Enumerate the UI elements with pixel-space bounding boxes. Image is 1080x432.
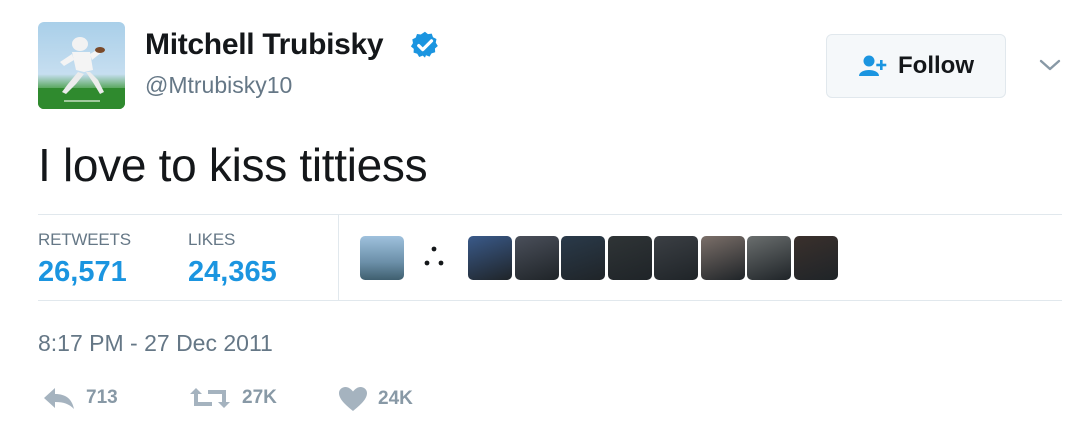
like-button[interactable]: 24K: [338, 386, 413, 412]
liker-avatar-6[interactable]: [654, 236, 698, 280]
divider-bottom: [38, 300, 1062, 301]
football-player-icon: [38, 37, 125, 109]
more-likers-icon[interactable]: [422, 244, 446, 270]
tweet-text: I love to kiss tittiess: [38, 139, 428, 191]
like-count: 24K: [378, 388, 413, 409]
liker-avatar-5[interactable]: [607, 236, 652, 280]
retweets-label: RETWEETS: [38, 230, 131, 249]
reply-count: 713: [86, 387, 118, 408]
add-user-icon: [859, 55, 887, 76]
liker-avatar-3[interactable]: [514, 236, 559, 280]
retweets-value: 26,571: [38, 256, 127, 288]
liker-avatar-4[interactable]: [561, 236, 605, 280]
retweets-stat[interactable]: RETWEETS 26,571: [38, 230, 131, 289]
liker-avatar-2[interactable]: [468, 236, 512, 280]
liker-avatar-1[interactable]: [360, 236, 404, 280]
stats-divider: [338, 214, 339, 300]
reply-icon: [44, 388, 74, 409]
liker-avatar-9[interactable]: [793, 236, 838, 280]
retweet-count: 27K: [242, 387, 277, 408]
avatar[interactable]: [38, 22, 125, 109]
likes-stat[interactable]: LIKES 24,365: [188, 230, 277, 289]
tweet-timestamp[interactable]: 8:17 PM - 27 Dec 2011: [38, 330, 273, 357]
divider-top: [38, 214, 1062, 215]
likes-value: 24,365: [188, 256, 277, 288]
liker-avatar-7[interactable]: [700, 236, 745, 280]
follow-button-label: Follow: [898, 52, 974, 79]
likes-label: LIKES: [188, 230, 236, 249]
user-handle[interactable]: @Mtrubisky10: [145, 72, 292, 99]
verified-badge-icon: [410, 31, 438, 58]
follow-button[interactable]: Follow: [826, 34, 1006, 98]
retweet-button[interactable]: 27K: [188, 386, 277, 410]
reply-button[interactable]: 713: [42, 386, 118, 410]
heart-icon: [339, 387, 367, 411]
retweet-icon: [190, 388, 230, 408]
liker-avatar-8[interactable]: [747, 236, 791, 280]
chevron-down-icon[interactable]: [1038, 56, 1062, 74]
user-display-name[interactable]: Mitchell Trubisky: [145, 28, 384, 62]
